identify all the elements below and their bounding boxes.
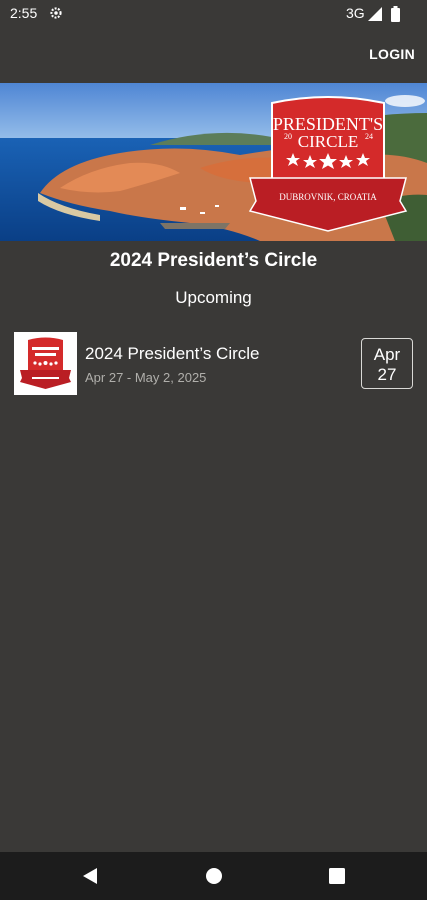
app-bar: LOGIN: [0, 28, 427, 83]
event-row-dates: Apr 27 - May 2, 2025: [85, 370, 207, 385]
battery-icon: [391, 6, 400, 22]
event-title: 2024 President’s Circle: [109, 250, 318, 271]
system-nav-bar: [0, 852, 427, 900]
login-button[interactable]: LOGIN: [369, 46, 415, 62]
hero-banner: PRESIDENT'S CIRCLE 20 24 DUBROVNIK, CROA…: [0, 83, 427, 241]
back-icon[interactable]: [81, 867, 99, 885]
badge-location: DUBROVNIK, CROATIA: [279, 192, 377, 202]
event-thumbnail: [14, 332, 77, 395]
badge-line2: CIRCLE: [298, 132, 358, 151]
status-time: 2:55: [10, 5, 38, 21]
badge-line1: PRESIDENT'S: [273, 114, 383, 134]
badge-year-right: 24: [365, 132, 373, 141]
event-date-badge: Apr 27: [361, 338, 413, 389]
event-date-day: 27: [377, 365, 397, 384]
list-item[interactable]: 2024 President’s Circle Apr 27 - May 2, …: [0, 328, 427, 400]
signal-icon: [368, 7, 382, 21]
presidents-circle-badge: PRESIDENT'S CIRCLE 20 24 DUBROVNIK, CROA…: [248, 96, 408, 232]
section-upcoming-label: Upcoming: [175, 288, 252, 307]
event-thumbnail-logo-icon: [14, 332, 77, 395]
network-type: 3G: [346, 5, 365, 21]
hero-image: PRESIDENT'S CIRCLE 20 24 DUBROVNIK, CROA…: [0, 83, 427, 241]
badge-year-left: 20: [284, 132, 292, 141]
home-icon[interactable]: [205, 867, 223, 885]
event-row-title: 2024 President’s Circle: [85, 344, 260, 363]
recents-icon[interactable]: [329, 868, 345, 884]
status-bar: 2:55 3G: [0, 0, 427, 28]
settings-gear-icon: [50, 7, 62, 19]
event-date-month: Apr: [373, 345, 401, 364]
